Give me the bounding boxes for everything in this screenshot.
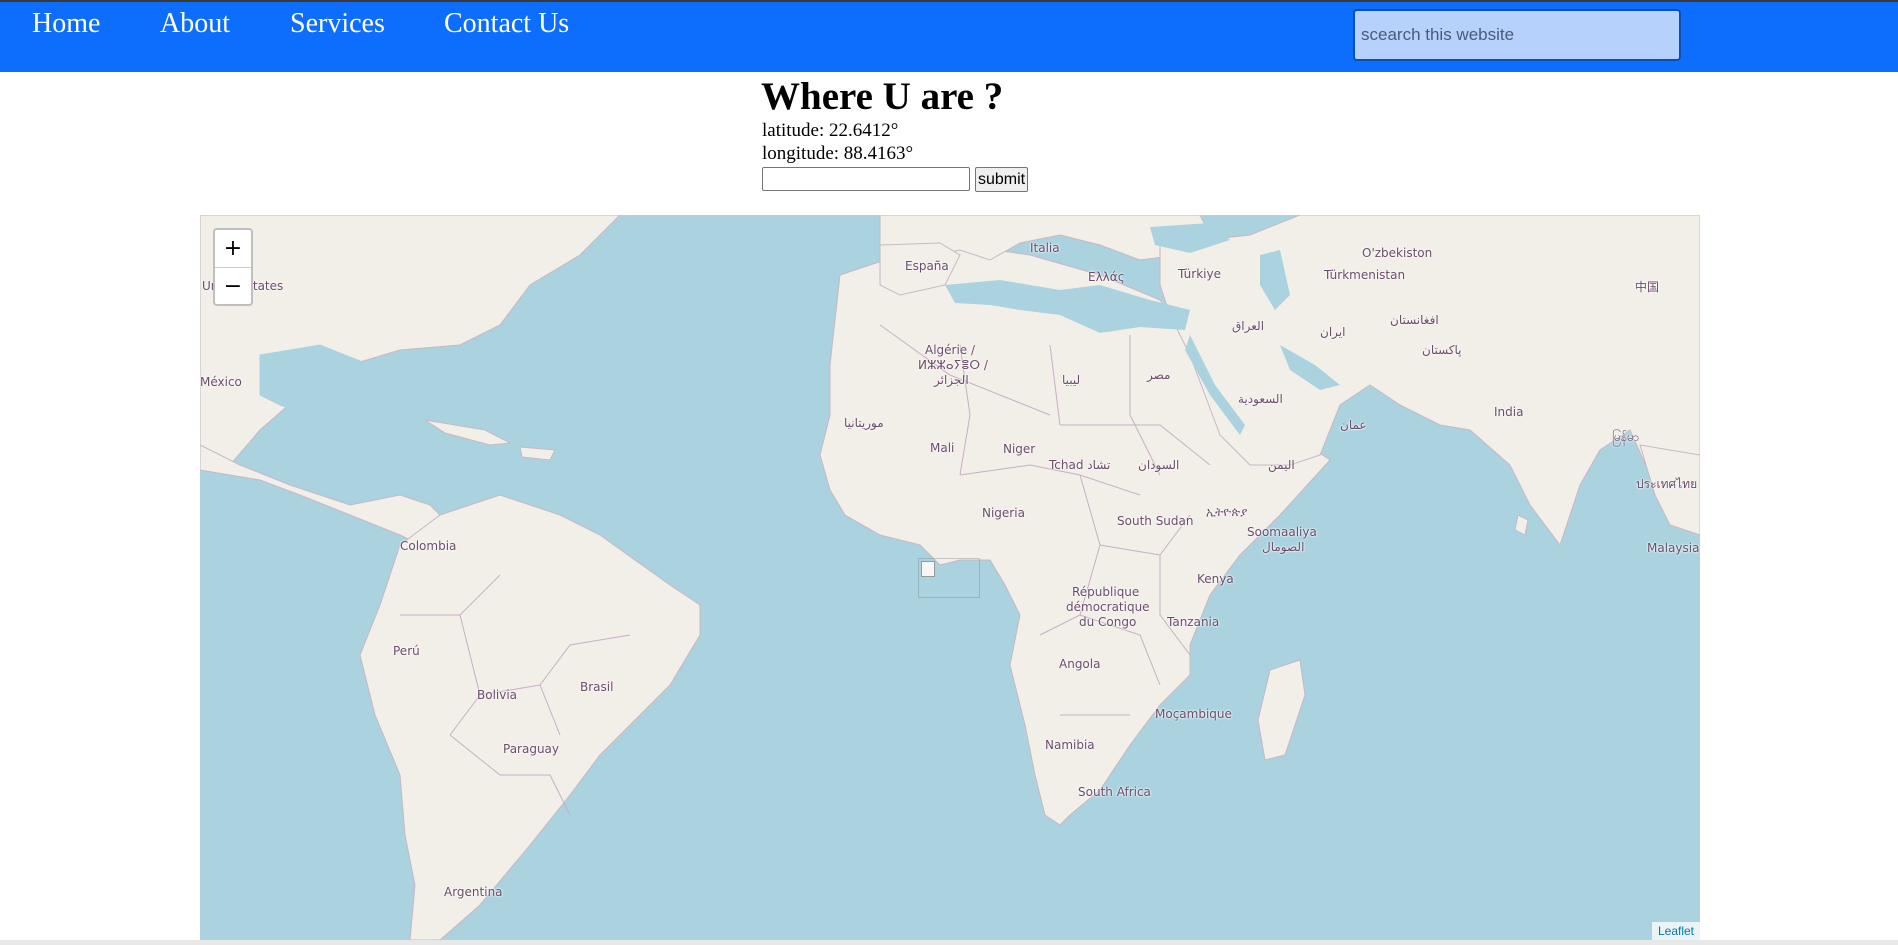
map-label-algerie-1: Algérie / <box>925 343 976 357</box>
search-input[interactable] <box>1353 9 1681 61</box>
map-label-drc-2: démocratique <box>1066 600 1150 614</box>
map-label-ellas: Ελλάς <box>1088 270 1125 284</box>
map-label-somalia-2: الصومال <box>1262 540 1305 554</box>
map-label-bolivia: Bolivia <box>477 688 518 702</box>
map-label-pakistan: پاکستان <box>1422 343 1462 357</box>
map-label-iraq: العراق <box>1232 319 1265 333</box>
map-label-thailand: ประเทศไทย <box>1636 477 1698 491</box>
submit-button[interactable]: submit <box>975 167 1029 192</box>
map-label-paraguay: Paraguay <box>503 742 560 756</box>
page-bottom-edge <box>0 940 1898 945</box>
map-label-drc-1: République <box>1072 585 1140 599</box>
map-label-namibia: Namibia <box>1045 738 1095 752</box>
page-title: Where U are ? <box>761 75 1004 118</box>
map-label-south-africa: South Africa <box>1078 785 1151 799</box>
map-label-angola: Angola <box>1059 657 1101 671</box>
map-label-brasil: Brasil <box>580 680 614 694</box>
top-navbar: Home About Services Contact Us <box>0 0 1898 72</box>
nav-link-home[interactable]: Home <box>32 8 100 40</box>
map-label-malaysia: Malaysia <box>1647 541 1700 555</box>
map-label-somalia-1: Soomaaliya <box>1247 525 1317 539</box>
latitude-readout: latitude: 22.6412° <box>762 120 899 141</box>
map-label-espana: España <box>905 259 949 273</box>
map-label-iran: ایران <box>1320 325 1346 339</box>
map-label-uzbekiston: O'zbekiston <box>1362 246 1433 260</box>
map-label-india: India <box>1494 405 1524 419</box>
map-label-libya: ليبيا <box>1062 373 1081 387</box>
map-label-turkiye: Türkiye <box>1178 267 1221 281</box>
broken-image-icon <box>921 561 935 577</box>
map-label-mocambique: Moçambique <box>1155 707 1232 721</box>
map-view[interactable]: United States México Colombia Perú Boliv… <box>200 215 1700 940</box>
map-label-mali: Mali <box>930 441 955 455</box>
longitude-readout: longitude: 88.4163° <box>762 143 914 164</box>
map-label-saudi: السعودية <box>1238 392 1283 406</box>
nav-link-contact-us[interactable]: Contact Us <box>444 8 569 40</box>
zoom-out-button[interactable]: − <box>215 268 251 305</box>
map-label-yemen: اليمن <box>1268 458 1295 472</box>
map-label-mauritania: موريتانيا <box>844 416 884 430</box>
map-label-mexico: México <box>200 375 242 389</box>
zoom-control: + − <box>213 228 253 306</box>
map-label-argentina: Argentina <box>444 885 503 899</box>
nav-link-services[interactable]: Services <box>290 8 385 40</box>
map-label-afghanistan: افغانستان <box>1390 313 1439 327</box>
location-marker-icon[interactable] <box>918 558 980 598</box>
map-label-peru: Perú <box>393 644 420 658</box>
map-label-colombia: Colombia <box>400 539 457 553</box>
leaflet-attribution-link[interactable]: Leaflet <box>1651 922 1700 940</box>
map-label-sudan: السودان <box>1138 458 1180 472</box>
map-label-oman: عمان <box>1340 418 1367 432</box>
map-label-nigeria: Nigeria <box>982 506 1025 520</box>
map-label-south-sudan: South Sudan <box>1117 514 1194 528</box>
map-label-niger: Niger <box>1003 442 1036 456</box>
map-label-drc-3: du Congo <box>1079 615 1137 629</box>
nav-link-about[interactable]: About <box>160 8 230 40</box>
map-label-egypt: مصر <box>1147 368 1171 382</box>
location-input[interactable] <box>762 167 970 191</box>
map-label-ethiopia: ኢትዮጵያ <box>1206 505 1248 519</box>
map-label-algerie-3: الجزائر <box>934 373 969 387</box>
zoom-in-button[interactable]: + <box>215 230 251 268</box>
map-label-tanzania: Tanzania <box>1167 615 1220 629</box>
map-label-myanmar: မြန်မာ <box>1612 430 1639 444</box>
map-label-kenya: Kenya <box>1197 572 1234 586</box>
map-label-turkmenistan: Türkmenistan <box>1324 268 1406 282</box>
map-label-tchad: Tchad تشاد <box>1049 458 1111 472</box>
map-label-italia: Italia <box>1030 241 1060 255</box>
map-label-algerie-2: ⵍⵣⵣⴰⵢⴻⵔ / <box>918 358 988 372</box>
map-label-china: 中国 <box>1635 280 1660 294</box>
